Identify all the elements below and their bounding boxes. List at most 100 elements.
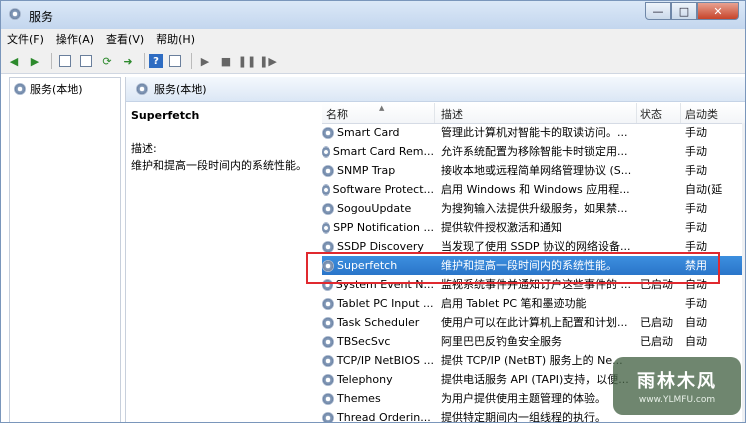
service-gear-icon bbox=[322, 126, 334, 139]
service-startup-type: 手动 bbox=[685, 221, 707, 234]
minimize-button[interactable]: — bbox=[645, 2, 671, 20]
service-gear-icon bbox=[322, 392, 334, 405]
menu-help[interactable]: 帮助(H) bbox=[150, 31, 201, 47]
service-startup-type: 手动 bbox=[685, 164, 707, 177]
service-startup-type: 禁用 bbox=[685, 259, 707, 272]
service-row[interactable]: SSDP Discovery 当发现了使用 SSDP 协议的网络设备... 手动 bbox=[322, 237, 745, 256]
export-icon[interactable]: ➜ bbox=[119, 52, 137, 70]
service-name-cell: Software Protect... bbox=[322, 180, 434, 199]
toolbar-separator bbox=[191, 53, 192, 69]
service-name-cell: Thread Orderin... bbox=[322, 408, 434, 423]
service-name: Thread Orderin... bbox=[337, 411, 431, 423]
maximize-icon: □ bbox=[678, 4, 690, 18]
service-name: TBSecSvc bbox=[337, 335, 391, 348]
service-detail: Superfetch 描述: 维护和提高一段时间内的系统性能。 bbox=[131, 109, 311, 173]
menu-action[interactable]: 操作(A) bbox=[50, 31, 100, 47]
vertical-scrollbar[interactable] bbox=[742, 123, 745, 422]
forward-arrow-icon[interactable]: ▶ bbox=[26, 52, 44, 70]
view-icon[interactable] bbox=[166, 52, 184, 70]
play-icon[interactable]: ▶ bbox=[196, 52, 214, 70]
service-description: 提供电话服务 API (TAPI)支持，以便... bbox=[441, 373, 629, 386]
sort-ascending-icon: ▲ bbox=[379, 104, 385, 112]
service-row[interactable]: TBSecSvc 阿里巴巴反钓鱼安全服务 已启动 自动 bbox=[322, 332, 745, 351]
menu-file[interactable]: 文件(F) bbox=[1, 31, 50, 47]
column-header-desc[interactable]: 描述 bbox=[441, 106, 463, 122]
console-tree-icon[interactable] bbox=[56, 52, 74, 70]
services-window: 服务 — □ ✕ 文件(F) 操作(A) 查看(V) 帮助(H) ◀ ▶ ⟳ ➜… bbox=[0, 0, 746, 423]
service-row[interactable]: Smart Card Rem... 允许系统配置为移除智能卡时锁定用... 手动 bbox=[322, 142, 745, 161]
column-name-label: 名称 bbox=[326, 108, 348, 121]
watermark-main-text: 雨林木风 bbox=[637, 371, 717, 392]
back-arrow-icon[interactable]: ◀ bbox=[5, 52, 23, 70]
service-row[interactable]: Superfetch 维护和提高一段时间内的系统性能。 禁用 bbox=[322, 256, 745, 275]
service-description: 接收本地或远程简单网络管理协议 (S... bbox=[441, 164, 632, 177]
column-divider[interactable] bbox=[636, 103, 637, 123]
window-controls: — □ ✕ bbox=[645, 2, 739, 20]
watermark-logo: 雨林木风 www.YLMFU.com bbox=[613, 357, 741, 415]
service-name: SogouUpdate bbox=[337, 202, 412, 215]
service-description: 监视系统事件并通知订户这些事件的 ... bbox=[441, 278, 631, 291]
pane-header: 服务(本地) bbox=[126, 77, 745, 102]
column-header-status[interactable]: 状态 bbox=[640, 106, 662, 122]
service-startup-type: 手动 bbox=[685, 297, 707, 310]
pane-header-label: 服务(本地) bbox=[154, 83, 207, 96]
service-name: Themes bbox=[337, 392, 381, 405]
service-gear-icon bbox=[322, 411, 334, 422]
service-name-cell: TBSecSvc bbox=[322, 332, 434, 351]
column-header-name[interactable]: 名称 ▲ bbox=[326, 104, 384, 122]
restart-icon[interactable]: ❚▶ bbox=[259, 52, 277, 70]
service-name-cell: SPP Notification ... bbox=[322, 218, 434, 237]
service-name: SPP Notification ... bbox=[333, 221, 434, 234]
service-gear-icon bbox=[322, 278, 333, 291]
title-bar[interactable]: 服务 — □ ✕ bbox=[1, 1, 745, 29]
tree-item-services-local[interactable]: 服务(本地) bbox=[14, 81, 83, 97]
service-startup-type: 自动(延 bbox=[685, 183, 723, 196]
service-name: Superfetch bbox=[337, 259, 398, 272]
service-name: SSDP Discovery bbox=[337, 240, 424, 253]
service-startup-type: 自动 bbox=[685, 316, 707, 329]
service-description: 维护和提高一段时间内的系统性能。 bbox=[441, 259, 617, 272]
pause-icon[interactable]: ❚❚ bbox=[238, 52, 256, 70]
list-header: 名称 ▲ 描述 状态 启动类 bbox=[322, 103, 745, 124]
service-gear-icon bbox=[322, 259, 334, 272]
service-row[interactable]: System Event N... 监视系统事件并通知订户这些事件的 ... 已启动… bbox=[322, 275, 745, 294]
menu-view[interactable]: 查看(V) bbox=[100, 31, 150, 47]
service-description: 启用 Windows 和 Windows 应用程... bbox=[441, 183, 630, 196]
refresh-icon[interactable]: ⟳ bbox=[98, 52, 116, 70]
service-row[interactable]: Task Scheduler 使用户可以在此计算机上配置和计划... 已启动 自动 bbox=[322, 313, 745, 332]
service-gear-icon bbox=[322, 202, 334, 215]
services-gear-icon bbox=[9, 8, 21, 20]
column-header-startup[interactable]: 启动类 bbox=[685, 106, 718, 122]
service-name-cell: TCP/IP NetBIOS ... bbox=[322, 351, 434, 370]
service-row[interactable]: Tablet PC Input ... 启用 Tablet PC 笔和墨迹功能 手动 bbox=[322, 294, 745, 313]
close-icon: ✕ bbox=[713, 4, 723, 18]
service-row[interactable]: Software Protect... 启用 Windows 和 Windows … bbox=[322, 180, 745, 199]
service-name-cell: Themes bbox=[322, 389, 434, 408]
services-gear-icon bbox=[136, 83, 148, 95]
service-startup-type: 手动 bbox=[685, 240, 707, 253]
service-row[interactable]: Smart Card 管理此计算机对智能卡的取读访问。... 手动 bbox=[322, 123, 745, 142]
minimize-icon: — bbox=[652, 4, 664, 18]
service-startup-type: 自动 bbox=[685, 278, 707, 291]
service-startup-type: 手动 bbox=[685, 202, 707, 215]
detail-description: 维护和提高一段时间内的系统性能。 bbox=[131, 159, 307, 172]
service-row[interactable]: SogouUpdate 为搜狗输入法提供升级服务，如果禁... 手动 bbox=[322, 199, 745, 218]
service-description: 提供 TCP/IP (NetBT) 服务上的 Ne... bbox=[441, 354, 623, 367]
help-icon[interactable]: ? bbox=[149, 54, 163, 68]
service-row[interactable]: SPP Notification ... 提供软件授权激活和通知 手动 bbox=[322, 218, 745, 237]
service-row[interactable]: SNMP Trap 接收本地或远程简单网络管理协议 (S... 手动 bbox=[322, 161, 745, 180]
column-divider[interactable] bbox=[434, 103, 435, 123]
menu-bar: 文件(F) 操作(A) 查看(V) 帮助(H) bbox=[1, 29, 745, 49]
column-divider[interactable] bbox=[680, 103, 681, 123]
service-name: Task Scheduler bbox=[337, 316, 420, 329]
properties-icon[interactable] bbox=[77, 52, 95, 70]
service-gear-icon bbox=[322, 145, 330, 158]
service-gear-icon bbox=[322, 240, 334, 253]
close-button[interactable]: ✕ bbox=[697, 2, 739, 20]
service-name: Smart Card Rem... bbox=[332, 145, 434, 158]
stop-icon[interactable]: ■ bbox=[217, 52, 235, 70]
maximize-button[interactable]: □ bbox=[671, 2, 697, 20]
service-gear-icon bbox=[322, 164, 334, 177]
service-gear-icon bbox=[322, 354, 334, 367]
service-name-cell: Tablet PC Input ... bbox=[322, 294, 434, 313]
